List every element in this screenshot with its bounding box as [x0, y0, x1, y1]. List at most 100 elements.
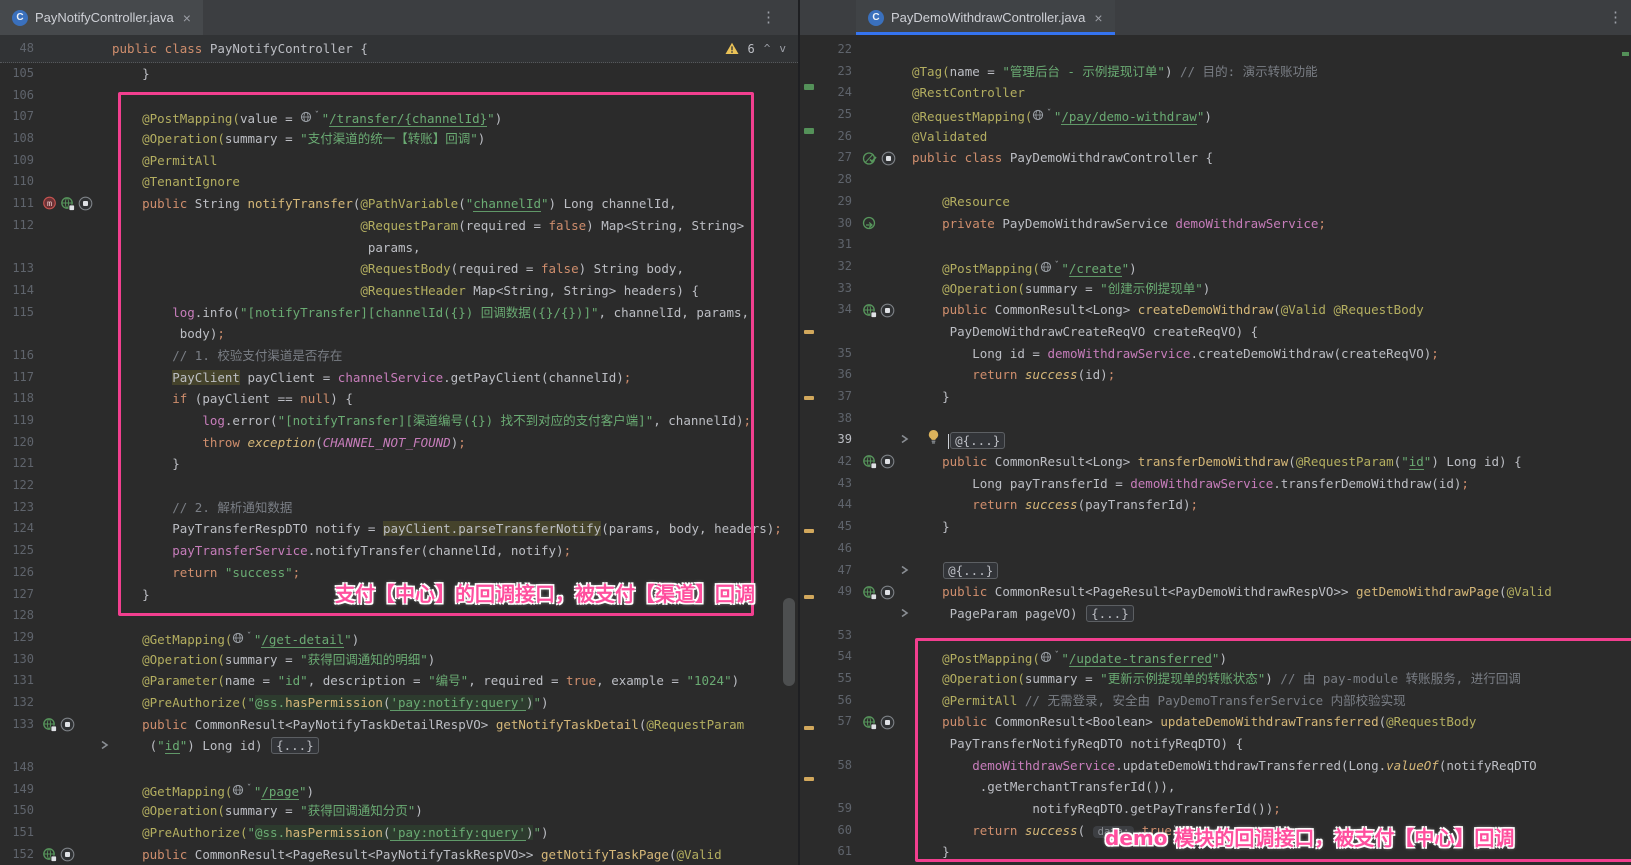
gutter[interactable] [852, 820, 912, 842]
line-number[interactable]: 133 [0, 714, 34, 736]
code-line[interactable]: .getMerchantTransferId()), [800, 776, 1631, 798]
code-line[interactable]: 120 throw exception(CHANNEL_NOT_FOUND); [0, 432, 798, 454]
code-line[interactable]: params, [0, 237, 798, 259]
gutter[interactable]: m [34, 193, 112, 215]
code-line[interactable]: 151 @PreAuthorize("@ss.hasPermission('pa… [0, 822, 798, 844]
code-line[interactable]: PayDemoWithdrawCreateReqVO createReqVO) … [800, 321, 1631, 343]
code-line[interactable]: 109 @PermitAll [0, 150, 798, 172]
error-stripe-mark[interactable] [1622, 52, 1629, 56]
line-number[interactable] [0, 237, 34, 259]
tab-close-icon[interactable]: × [1094, 11, 1102, 25]
code-line[interactable]: 130 @Operation(summary = "获得回调通知的明细") [0, 649, 798, 671]
code-line[interactable]: 28 [800, 169, 1631, 191]
gutter[interactable] [852, 213, 912, 235]
url-globe-inlay[interactable]: ˇ [232, 779, 251, 801]
gutter[interactable] [34, 367, 112, 389]
next-issue-icon[interactable]: v [779, 42, 786, 55]
api-doc-icon[interactable] [78, 196, 93, 211]
line-number[interactable]: 35 [800, 343, 852, 365]
tab-paydemowithdrawcontroller[interactable]: C PayDemoWithdrawController.java × [856, 0, 1115, 35]
line-number[interactable]: 126 [0, 562, 34, 584]
gutter[interactable] [852, 278, 912, 300]
line-number[interactable]: 42 [800, 451, 852, 473]
line-number[interactable]: 38 [800, 408, 852, 430]
gutter[interactable] [34, 63, 112, 85]
gutter[interactable] [34, 779, 112, 801]
code-editor-left[interactable]: 105 }106107 @PostMapping(value = ˇ"/tran… [0, 63, 798, 865]
line-number[interactable]: 53 [800, 625, 852, 647]
gutter[interactable] [852, 39, 912, 61]
line-number[interactable]: 113 [0, 258, 34, 280]
url-globe-inlay[interactable]: ˇ [1040, 646, 1059, 668]
gutter[interactable] [852, 343, 912, 365]
gutter[interactable] [34, 735, 112, 757]
url-globe-inlay[interactable]: ˇ [1032, 104, 1051, 126]
line-number[interactable]: 123 [0, 497, 34, 519]
endpoint-globe-icon[interactable] [42, 847, 57, 862]
line-number[interactable]: 105 [0, 63, 34, 85]
code-line[interactable]: 123 // 2. 解析通知数据 [0, 497, 798, 519]
line-number[interactable]: 59 [800, 798, 852, 820]
code-line[interactable]: 112 @RequestParam(required = false) Map<… [0, 215, 798, 237]
line-number[interactable]: 36 [800, 364, 852, 386]
line-number[interactable]: 148 [0, 757, 34, 779]
code-line[interactable]: 58 demoWithdrawService.updateDemoWithdra… [800, 755, 1631, 777]
vcs-added-marker[interactable] [804, 128, 814, 134]
line-number[interactable]: 106 [0, 85, 34, 107]
code-line[interactable]: 129 @GetMapping(ˇ"/get-detail") [0, 627, 798, 649]
line-number[interactable]: 39 [800, 429, 852, 451]
code-line[interactable]: PageParam pageVO) {...} [800, 603, 1631, 625]
line-number[interactable]: 22 [800, 39, 852, 61]
endpoint-globe-icon[interactable] [862, 454, 877, 469]
line-number[interactable]: 49 [800, 581, 852, 603]
line-number[interactable]: 28 [800, 169, 852, 191]
code-line[interactable]: 39 @{...} [800, 429, 1631, 451]
code-line[interactable]: 24@RestController [800, 82, 1631, 104]
gutter[interactable] [852, 494, 912, 516]
code-line[interactable]: 49 public CommonResult<PageResult<PayDem… [800, 581, 1631, 603]
code-line[interactable]: 47 @{...} [800, 560, 1631, 582]
line-number[interactable]: 117 [0, 367, 34, 389]
gutter[interactable] [852, 82, 912, 104]
folded-region-chip[interactable]: @{...} [950, 432, 1005, 449]
code-line[interactable]: 108 @Operation(summary = "支付渠道的统一【转账】回调"… [0, 128, 798, 150]
code-line[interactable]: 37 } [800, 386, 1631, 408]
line-number[interactable]: 60 [800, 820, 852, 842]
gutter[interactable] [34, 410, 112, 432]
code-line[interactable]: 124 PayTransferRespDTO notify = payClien… [0, 518, 798, 540]
gutter[interactable] [34, 258, 112, 280]
code-line[interactable]: 117 PayClient payClient = channelService… [0, 367, 798, 389]
line-number[interactable]: 125 [0, 540, 34, 562]
line-number[interactable]: 43 [800, 473, 852, 495]
line-number[interactable]: 118 [0, 388, 34, 410]
gutter[interactable] [34, 345, 112, 367]
code-line[interactable]: 106 [0, 85, 798, 107]
folded-region-chip[interactable]: @{...} [943, 562, 998, 579]
gutter[interactable] [852, 711, 912, 733]
gutter[interactable] [34, 692, 112, 714]
line-number[interactable]: 25 [800, 104, 852, 126]
gutter[interactable] [852, 169, 912, 191]
gutter[interactable] [852, 473, 912, 495]
code-line[interactable]: 110 @TenantIgnore [0, 171, 798, 193]
line-number[interactable]: 128 [0, 605, 34, 627]
code-line[interactable]: 133 public CommonResult<PayNotifyTaskDet… [0, 714, 798, 736]
url-globe-icon[interactable] [1040, 261, 1053, 273]
fold-arrow-icon[interactable] [900, 433, 909, 445]
editor-menu-kebab-icon[interactable]: ⋮ [1608, 8, 1623, 26]
code-line[interactable]: 27public class PayDemoWithdrawController… [800, 147, 1631, 169]
gutter[interactable] [852, 560, 912, 582]
endpoint-globe-icon[interactable] [60, 196, 75, 211]
code-line[interactable]: 107 @PostMapping(value = ˇ"/transfer/{ch… [0, 106, 798, 128]
code-line[interactable]: 114 @RequestHeader Map<String, String> h… [0, 280, 798, 302]
gutter[interactable] [34, 128, 112, 150]
line-number[interactable]: 130 [0, 649, 34, 671]
code-line[interactable]: 46 [800, 538, 1631, 560]
code-line[interactable]: 56 @PermitAll // 无需登录, 安全由 PayDemoTransf… [800, 690, 1631, 712]
line-number[interactable]: 121 [0, 453, 34, 475]
line-number[interactable]: 124 [0, 518, 34, 540]
code-line[interactable]: 22 [800, 39, 1631, 61]
code-line[interactable]: 30 private PayDemoWithdrawService demoWi… [800, 213, 1631, 235]
api-doc-icon[interactable] [60, 847, 75, 862]
vcs-modified-marker[interactable] [804, 777, 814, 781]
